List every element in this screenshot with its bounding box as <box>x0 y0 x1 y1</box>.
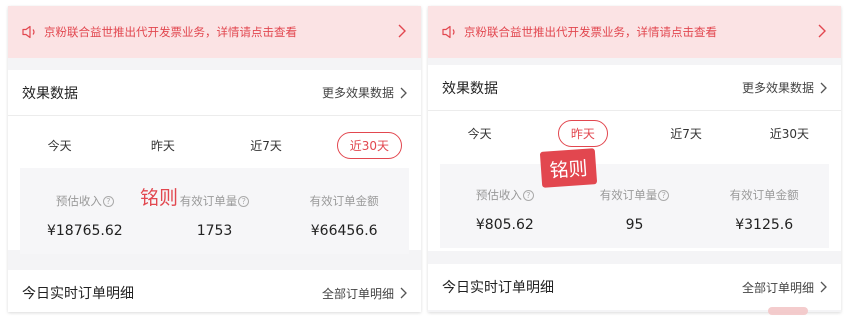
realtime-orders-header: 今日实时订单明细 全部订单明细 <box>8 270 421 312</box>
tab-7days[interactable]: 近7天 <box>635 120 738 147</box>
notice-text: 京粉联合益世推出代开发票业务，详情请点击查看 <box>44 25 297 39</box>
metrics-panel: 预估收入? ¥805.62 有效订单量? 95 有效订单金额 ¥3125.6 <box>440 164 829 248</box>
effect-data-header: 效果数据 更多效果数据 <box>428 65 841 111</box>
right-screen: 京粉联合益世推出代开发票业务，详情请点击查看 效果数据 更多效果数据 今天 昨天… <box>428 6 841 312</box>
chevron-right-icon <box>820 82 827 93</box>
metric-label: 有效订单量 <box>599 188 658 202</box>
chevron-right-icon[interactable] <box>397 22 409 40</box>
metric-label: 预估收入 <box>55 194 102 208</box>
tab-30days[interactable]: 近30天 <box>738 120 841 147</box>
question-icon[interactable]: ? <box>238 195 250 207</box>
question-icon[interactable]: ? <box>522 189 534 201</box>
left-screen: 京粉联合益世推出代开发票业务，详情请点击查看 效果数据 更多效果数据 今天 昨天… <box>8 6 421 312</box>
more-effect-data-link[interactable]: 更多效果数据 <box>742 79 827 96</box>
tab-7days[interactable]: 近7天 <box>215 132 318 159</box>
metric-value: 95 <box>625 217 644 233</box>
metric-value: ¥18765.62 <box>46 223 123 239</box>
all-orders-link[interactable]: 全部订单明细 <box>322 285 407 302</box>
metric-value: ¥3125.6 <box>735 217 794 233</box>
notice-banner[interactable]: 京粉联合益世推出代开发票业务，详情请点击查看 <box>428 6 841 58</box>
speaker-icon <box>442 24 460 40</box>
tab-yesterday[interactable]: 昨天 <box>531 119 634 147</box>
metric-estimated-income: 预估收入? ¥18765.62 <box>20 190 150 254</box>
notice-text: 京粉联合益世推出代开发票业务，详情请点击查看 <box>464 25 717 39</box>
metric-label: 预估收入 <box>475 188 522 202</box>
realtime-orders-title: 今日实时订单明细 <box>22 286 134 302</box>
metric-value: ¥805.62 <box>475 217 534 233</box>
realtime-orders-title: 今日实时订单明细 <box>442 280 554 296</box>
date-range-tabs: 今天 昨天 近7天 近30天 <box>428 113 841 153</box>
chevron-right-icon <box>400 287 407 299</box>
watermark-text: 铭则 <box>140 187 179 209</box>
chevron-right-icon <box>400 87 407 98</box>
effect-data-card: 效果数据 更多效果数据 今天 昨天 近7天 近30天 预估收入? ¥805.62… <box>428 65 841 251</box>
watermark-badge: 铭则 <box>539 148 598 188</box>
tab-yesterday[interactable]: 昨天 <box>111 132 214 159</box>
chevron-right-icon[interactable] <box>817 22 829 40</box>
more-effect-data-link[interactable]: 更多效果数据 <box>322 84 407 101</box>
corner-watermark <box>768 307 808 315</box>
tab-30days[interactable]: 近30天 <box>318 131 421 159</box>
metric-value: 1753 <box>196 223 233 239</box>
speaker-icon <box>22 24 40 40</box>
metric-label: 有效订单量 <box>179 194 238 208</box>
metric-valid-order-amount: 有效订单金额 ¥66456.6 <box>279 190 409 254</box>
metric-label: 有效订单金额 <box>729 188 799 202</box>
tab-today[interactable]: 今天 <box>428 120 531 147</box>
date-range-tabs: 今天 昨天 近7天 近30天 <box>8 125 421 165</box>
chevron-right-icon <box>820 281 827 293</box>
metric-estimated-income: 预估收入? ¥805.62 <box>440 184 570 248</box>
question-icon[interactable]: ? <box>658 189 670 201</box>
metric-label: 有效订单金额 <box>309 194 379 208</box>
effect-data-title: 效果数据 <box>442 80 498 97</box>
metric-value: ¥66456.6 <box>310 223 378 239</box>
effect-data-card: 效果数据 更多效果数据 今天 昨天 近7天 近30天 预估收入? ¥18765.… <box>8 70 421 254</box>
all-orders-link[interactable]: 全部订单明细 <box>742 279 827 296</box>
realtime-orders-header: 今日实时订单明细 全部订单明细 <box>428 264 841 310</box>
metric-valid-order-amount: 有效订单金额 ¥3125.6 <box>699 184 829 248</box>
effect-data-header: 效果数据 更多效果数据 <box>8 70 421 116</box>
metric-valid-orders: 有效订单量? 95 <box>570 184 700 248</box>
question-icon[interactable]: ? <box>102 195 114 207</box>
effect-data-title: 效果数据 <box>22 85 78 102</box>
notice-banner[interactable]: 京粉联合益世推出代开发票业务，详情请点击查看 <box>8 6 421 58</box>
tab-today[interactable]: 今天 <box>8 132 111 159</box>
metrics-panel: 预估收入? ¥18765.62 有效订单量? 1753 有效订单金额 ¥6645… <box>20 168 409 254</box>
